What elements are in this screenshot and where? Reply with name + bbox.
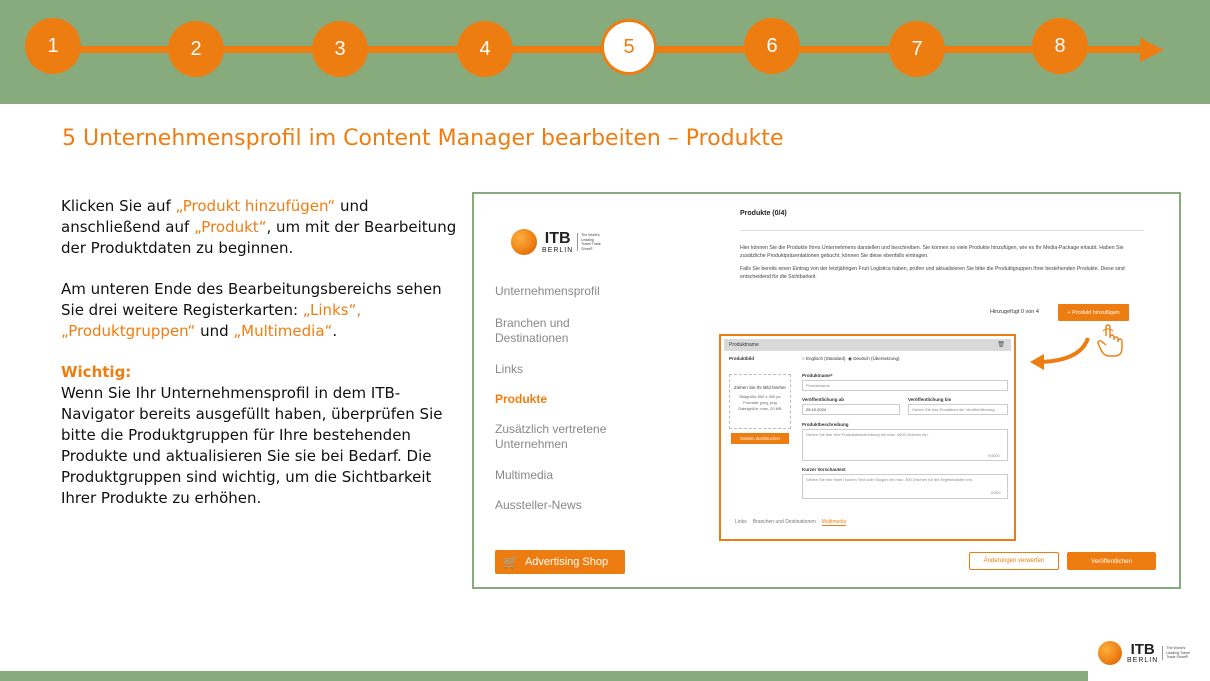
- globe-icon: [511, 229, 537, 255]
- dropzone-hint: Bildgröße 500 x 390 px Formate: jpeg, pn…: [738, 394, 782, 411]
- publish-from-label: Veröffentlichung ab: [802, 397, 845, 402]
- divider: [740, 230, 1144, 231]
- step-4: 4: [457, 21, 513, 77]
- products-description-2: Falls Sie bereits einen Eintrag von der …: [740, 266, 1125, 280]
- highlight-text: „Produkt“: [194, 218, 267, 236]
- product-image-label: Produktbild: [729, 356, 754, 361]
- slide: 1 2 3 4 5 6 7 8 5 Unternehmensprofil im …: [0, 0, 1210, 681]
- cart-icon: 🛒: [503, 555, 518, 569]
- pointer-arrow-icon: [1030, 337, 1090, 370]
- step-7: 7: [889, 21, 945, 77]
- step-banner: 1 2 3 4 5 6 7 8: [0, 0, 1210, 104]
- content-manager-screenshot: ITB BERLIN The World's Leading Travel Tr…: [472, 192, 1181, 589]
- globe-icon: [1098, 641, 1122, 665]
- publish-until-input[interactable]: Geben Sie das Enddatum der Veröffentlich…: [908, 404, 1008, 415]
- instructions: Klicken Sie auf „Produkt hinzufügen“ und…: [61, 196, 461, 529]
- highlight-text: „Multimedia“: [233, 322, 333, 340]
- step-5-active: 5: [601, 19, 657, 75]
- text: Am unteren Ende des Bearbeitungsbereichs…: [61, 280, 442, 319]
- publish-from-input[interactable]: 25.10.2024: [802, 404, 900, 415]
- footer-logo-berlin: BERLIN: [1127, 657, 1159, 664]
- footer-bar: [0, 671, 1088, 681]
- footer-logo-itb: ITB: [1130, 641, 1155, 658]
- image-dropzone[interactable]: Ziehen Sie Ihr Bild hierher Bildgröße 50…: [729, 374, 791, 429]
- radio-german[interactable]: ◉ Deutsch (Übersetzung): [848, 356, 899, 361]
- radio-english[interactable]: ○ Englisch (Standard): [802, 356, 846, 361]
- product-name-label: Produktname*: [802, 373, 833, 378]
- footer-logo-tagline: The World's Leading Travel Trade Show®: [1162, 646, 1190, 660]
- language-radio-group: ○ Englisch (Standard) ◉ Deutsch (Überset…: [802, 356, 899, 362]
- product-name-input[interactable]: Produktname: [802, 380, 1008, 391]
- logo-wordmark: ITB BERLIN: [542, 229, 574, 254]
- instruction-paragraph-2: Am unteren Ende des Bearbeitungsbereichs…: [61, 279, 461, 342]
- radio-german-label: Deutsch (Übersetzung): [853, 356, 900, 361]
- product-description-textarea[interactable]: Geben Sie hier Ihre Produktbeschreibung …: [802, 429, 1008, 461]
- tab-multimedia[interactable]: Multimedia: [821, 519, 846, 526]
- advertising-shop-button[interactable]: 🛒 Advertising Shop: [495, 550, 625, 574]
- discard-changes-button[interactable]: Änderungen verwerfen: [969, 552, 1059, 570]
- important-heading: Wichtig:: [61, 363, 132, 381]
- short-preview-placeholder: Geben Sie hier einen kurzen Text oder Sl…: [806, 477, 974, 482]
- step-8: 8: [1032, 18, 1088, 74]
- publish-button[interactable]: Veröffentlichen: [1067, 552, 1156, 570]
- arrow-icon: [1140, 38, 1164, 62]
- sidebar-item-produkte[interactable]: Produkte: [495, 392, 547, 407]
- products-description-1: Hier können Sie die Produkte Ihres Unter…: [740, 245, 1124, 259]
- text: Klicken Sie auf: [61, 197, 176, 215]
- sidebar-item-branchen[interactable]: Branchen und Destinationen: [495, 316, 605, 346]
- logo-tagline: The World's Leading Travel Trade Show®: [577, 233, 603, 251]
- product-form-title: Produktname: [729, 342, 759, 348]
- page-title: 5 Unternehmensprofil im Content Manager …: [62, 126, 784, 151]
- text: und: [195, 322, 234, 340]
- form-tabs: Links Branchen und Destinationen Multime…: [735, 519, 846, 526]
- description-placeholder: Geben Sie hier Ihre Produktbeschreibung …: [806, 432, 929, 437]
- sidebar-item-zusaetzlich[interactable]: Zusätzlich vertretene Unternehmen: [495, 422, 625, 452]
- step-6: 6: [744, 18, 800, 74]
- short-preview-counter: 0/300: [991, 491, 1001, 495]
- tab-links[interactable]: Links: [735, 519, 747, 526]
- hand-cursor-icon: [1097, 324, 1123, 357]
- footer-logo-wordmark: ITB BERLIN: [1127, 642, 1158, 664]
- sidebar-item-unternehmensprofil[interactable]: Unternehmensprofil: [495, 284, 600, 299]
- trash-icon[interactable]: 🗑: [997, 341, 1005, 348]
- logo-itb: ITB: [544, 229, 571, 247]
- product-form: Produktname 🗑 Produktbild ○ Englisch (St…: [719, 334, 1016, 541]
- instruction-paragraph-3: Wenn Sie Ihr Unternehmensprofil in dem I…: [61, 384, 443, 507]
- product-description-label: Produktbeschreibung: [802, 422, 849, 427]
- description-counter: 0/4000: [988, 454, 1000, 458]
- itb-footer-logo: ITB BERLIN The World's Leading Travel Tr…: [1098, 641, 1190, 665]
- browse-files-button[interactable]: Dateien durchsuchen: [731, 433, 789, 444]
- products-description: Hier können Sie die Produkte Ihres Unter…: [740, 244, 1150, 281]
- sidebar-item-links[interactable]: Links: [495, 362, 523, 377]
- publish-until-label: Veröffentlichung bis: [908, 397, 952, 402]
- step-2: 2: [168, 21, 224, 77]
- highlight-text: „Produkt hinzufügen“: [175, 197, 336, 215]
- logo-berlin: BERLIN: [542, 246, 574, 254]
- step-3: 3: [312, 21, 368, 77]
- dropzone-title: Ziehen Sie Ihr Bild hierher: [733, 385, 787, 390]
- sidebar-item-aussteller-news[interactable]: Aussteller-News: [495, 498, 582, 513]
- text: .: [332, 322, 338, 340]
- instruction-paragraph-1: Klicken Sie auf „Produkt hinzufügen“ und…: [61, 196, 461, 259]
- add-product-button[interactable]: + Produkt hinzufügen: [1058, 304, 1129, 321]
- itb-logo: ITB BERLIN The World's Leading Travel Tr…: [511, 229, 603, 255]
- tab-branchen[interactable]: Branchen und Destinationen: [753, 519, 816, 526]
- product-form-header: Produktname 🗑: [724, 339, 1011, 351]
- sidebar-item-multimedia[interactable]: Multimedia: [495, 468, 553, 483]
- radio-english-label: Englisch (Standard): [805, 356, 846, 361]
- products-heading: Produkte (0/4): [740, 210, 787, 217]
- short-preview-textarea[interactable]: Geben Sie hier einen kurzen Text oder Sl…: [802, 474, 1008, 499]
- short-preview-label: Kurzer Vorschautext: [802, 467, 846, 472]
- products-added-count: Hinzugefügt 0 von 4: [990, 309, 1039, 315]
- advertising-shop-label: Advertising Shop: [524, 556, 609, 568]
- step-1: 1: [25, 18, 81, 74]
